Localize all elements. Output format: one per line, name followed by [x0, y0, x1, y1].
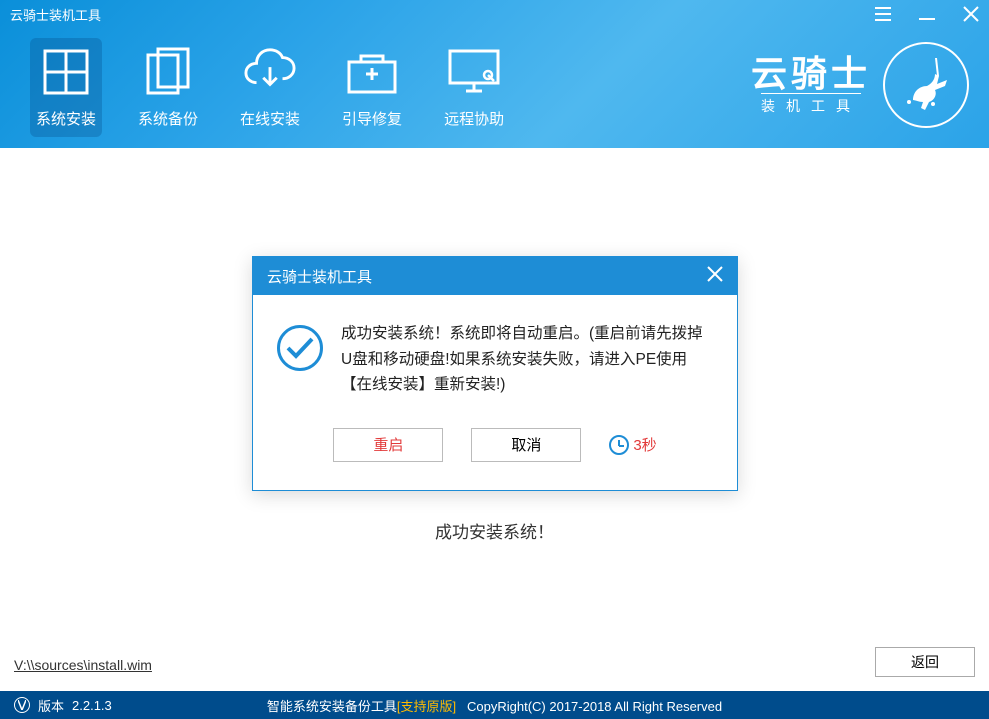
toolbar-label: 系统备份 [138, 108, 198, 129]
toolbar-boot-repair[interactable]: 引导修复 [336, 38, 408, 137]
success-check-icon [277, 325, 323, 371]
app-title: 云骑士装机工具 [10, 5, 101, 24]
toolbox-icon [346, 46, 398, 98]
brand-title: 云骑士 [751, 54, 871, 94]
toolbar-label: 在线安装 [240, 108, 300, 129]
dialog-title: 云骑士装机工具 [267, 266, 372, 287]
footer-version: 版本 2.2.1.3 [14, 696, 112, 715]
toolbar-system-install[interactable]: 系统安装 [30, 38, 102, 137]
countdown: 3秒 [609, 434, 656, 455]
cancel-button[interactable]: 取消 [471, 428, 581, 462]
file-path-link[interactable]: V:\\sources\install.wim [14, 657, 152, 673]
version-number: 2.2.1.3 [72, 698, 112, 713]
monitor-icon [448, 46, 500, 98]
clock-icon [609, 435, 629, 455]
version-label: 版本 [38, 696, 64, 715]
main-status-text: 成功安装系统！ [435, 518, 554, 543]
support-badge: [支持原版] [397, 699, 456, 714]
toolbar-remote-assist[interactable]: 远程协助 [438, 38, 510, 137]
back-button[interactable]: 返回 [875, 647, 975, 677]
knight-logo-icon [883, 42, 969, 128]
footer-center: 智能系统安装备份工具[支持原版] CopyRight(C) 2017-2018 … [267, 696, 722, 715]
minimize-button[interactable] [919, 7, 935, 26]
version-icon [14, 697, 30, 713]
dialog-titlebar: 云骑士装机工具 [253, 257, 737, 295]
tool-description: 智能系统安装备份工具 [267, 699, 397, 714]
toolbar-system-backup[interactable]: 系统备份 [132, 38, 204, 137]
toolbar-online-install[interactable]: 在线安装 [234, 38, 306, 137]
restart-button[interactable]: 重启 [333, 428, 443, 462]
title-bar: 云骑士装机工具 [0, 0, 989, 24]
brand: 云骑士 装机工具 [751, 42, 969, 128]
toolbar-label: 远程协助 [444, 108, 504, 129]
dialog-message: 成功安装系统！系统即将自动重启。(重启前请先拨掉U盘和移动硬盘!如果系统安装失败… [341, 321, 713, 398]
toolbar-label: 引导修复 [342, 108, 402, 129]
success-dialog: 云骑士装机工具 成功安装系统！系统即将自动重启。(重启前请先拨掉U盘和移动硬盘!… [252, 256, 738, 491]
copy-icon [142, 46, 194, 98]
close-button[interactable] [963, 6, 979, 27]
countdown-text: 3秒 [633, 434, 656, 455]
toolbar-label: 系统安装 [36, 108, 96, 129]
cloud-download-icon [244, 46, 296, 98]
windows-icon [40, 46, 92, 98]
menu-icon[interactable] [875, 7, 891, 26]
dialog-close-button[interactable] [707, 265, 723, 288]
copyright: CopyRight(C) 2017-2018 All Right Reserve… [467, 699, 722, 714]
brand-subtitle: 装机工具 [761, 93, 861, 116]
